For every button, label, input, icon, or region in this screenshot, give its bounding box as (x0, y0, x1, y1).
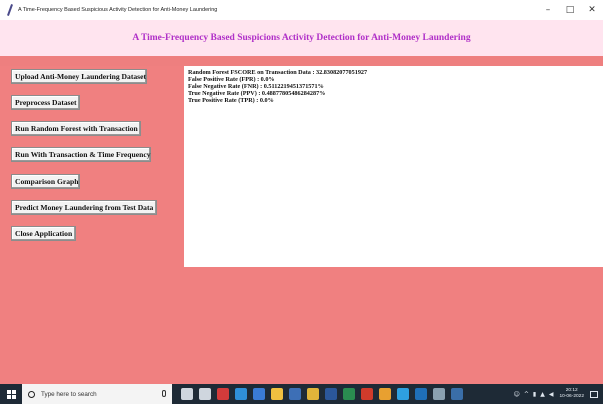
output-line: Random Forest FSCORE on Transaction Data… (188, 69, 368, 76)
search-placeholder: Type here to search (41, 390, 97, 398)
clock-date: 10-06-2022 (559, 394, 584, 399)
person-icon[interactable]: ☺ (514, 391, 520, 398)
upload-dataset-button[interactable]: Upload Anti-Money Laundering Dataset (11, 69, 147, 84)
task-view-icon[interactable] (199, 388, 211, 400)
microphone-icon[interactable] (162, 390, 166, 397)
monitor-icon[interactable] (433, 388, 445, 400)
vscode-icon[interactable] (397, 388, 409, 400)
outlook-icon[interactable] (415, 388, 427, 400)
minimize-button[interactable]: – (537, 0, 559, 20)
output-line: False Negative Rate (FNR) : 0.5112219451… (188, 83, 324, 90)
output-line: True Negative Rate (PPV) : 0.48877805486… (188, 90, 326, 97)
paint-icon[interactable] (379, 388, 391, 400)
file-explorer-icon[interactable] (271, 388, 283, 400)
close-window-button[interactable]: ✕ (581, 0, 603, 20)
comparison-graph-button[interactable]: Comparison Graph (11, 174, 80, 189)
pdf-icon[interactable] (361, 388, 373, 400)
system-tray: ☺ ^ ▮ ▲ ◀ 20:12 10-06-2022 (512, 384, 603, 404)
search-icon (28, 390, 35, 398)
python-icon[interactable] (451, 388, 463, 400)
predict-test-data-button[interactable]: Predict Money Laundering from Test Data (11, 200, 157, 215)
divider-strip (0, 56, 603, 66)
taskbar: Type here to search ☺ ^ ▮ ▲ ◀ 20:12 10-0… (0, 384, 603, 404)
start-button[interactable] (0, 384, 22, 404)
battery-icon[interactable]: ▮ (533, 391, 536, 398)
close-application-button[interactable]: Close Application (11, 226, 76, 241)
briefcase-icon[interactable] (289, 388, 301, 400)
title-bar: A Time-Frequency Based Suspicious Activi… (0, 0, 603, 20)
window-controls: – □ ✕ (537, 0, 603, 20)
opera-icon[interactable] (217, 388, 229, 400)
run-time-frequency-button[interactable]: Run With Transaction & Time Frequency (11, 147, 151, 162)
preprocess-dataset-button[interactable]: Preprocess Dataset (11, 95, 80, 110)
clock[interactable]: 20:12 10-06-2022 (559, 388, 584, 400)
run-random-forest-button[interactable]: Run Random Forest with Transaction (11, 121, 141, 136)
output-line: False Positive Rate (FPR) : 0.0% (188, 76, 275, 83)
window-title: A Time-Frequency Based Suspicious Activi… (18, 7, 218, 13)
network-icon[interactable]: ▲ (540, 391, 545, 398)
output-line: True Positive Rate (TPR) : 0.0% (188, 97, 274, 104)
volume-icon[interactable]: ◀ (549, 391, 554, 398)
notification-icon[interactable] (590, 390, 598, 398)
word-icon[interactable] (325, 388, 337, 400)
feather-icon (6, 4, 14, 16)
terminal-icon[interactable] (343, 388, 355, 400)
store-icon[interactable] (253, 388, 265, 400)
edge-icon[interactable] (235, 388, 247, 400)
output-text-area[interactable]: Random Forest FSCORE on Transaction Data… (184, 66, 603, 267)
chrome-icon[interactable] (307, 388, 319, 400)
chevron-up-icon[interactable]: ^ (524, 391, 529, 398)
maximize-button[interactable]: □ (559, 0, 581, 20)
header-banner: A Time-Frequency Based Suspicions Activi… (0, 20, 603, 56)
taskbar-search[interactable]: Type here to search (22, 384, 172, 404)
page-title: A Time-Frequency Based Suspicions Activi… (132, 33, 471, 43)
windows-logo-icon (6, 389, 16, 399)
cortana-icon[interactable] (181, 388, 193, 400)
taskbar-apps (178, 388, 466, 400)
